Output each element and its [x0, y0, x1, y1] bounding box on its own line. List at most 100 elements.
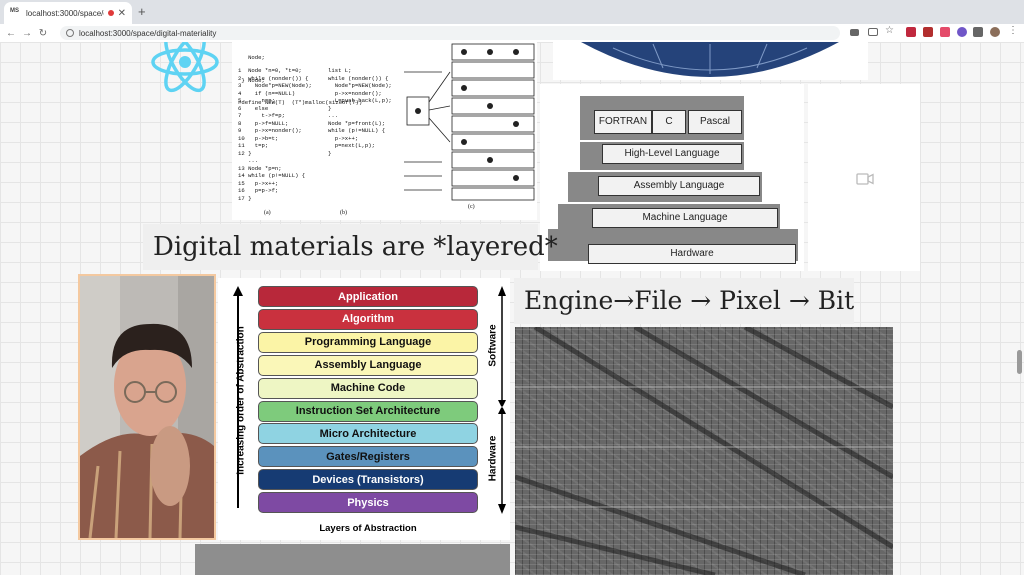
code-line: ...: [328, 112, 339, 119]
shield-extension-icon[interactable]: [906, 27, 916, 37]
code-line: ...: [238, 157, 259, 164]
canvas[interactable]: Node; } Node; #define NEW(T) (T*)malloc(…: [0, 42, 1024, 575]
code-line: }: [328, 149, 332, 157]
code-line: 6 else: [238, 104, 269, 112]
globe-image-card[interactable]: [553, 42, 868, 80]
react-logo-icon: [151, 42, 219, 93]
heading-layered[interactable]: Digital materials are *layered*: [143, 224, 558, 270]
address-url: localhost:3000/space/digital-materiality: [79, 28, 217, 38]
stack-level-label: Assembly Language: [633, 180, 725, 191]
stack-level: Machine Language: [592, 208, 778, 228]
code-line: 14 while (p!=NULL) {: [238, 172, 306, 179]
back-button[interactable]: ←: [3, 28, 19, 39]
stack-level-label: Hardware: [670, 248, 714, 259]
bottom-image-card[interactable]: [195, 544, 510, 575]
code-line: 1 Node *n=0, *t=0;: [238, 67, 302, 74]
menu-icon[interactable]: ⋮: [1008, 25, 1018, 36]
code-comparison-figure[interactable]: Node; } Node; #define NEW(T) (T*)malloc(…: [232, 42, 537, 220]
extension-icon-2[interactable]: [923, 27, 933, 37]
code-line: 5 n=p;: [238, 97, 275, 104]
recording-icon: [107, 10, 114, 16]
software-label: Software: [487, 324, 499, 367]
abstraction-row: Physics: [258, 492, 478, 514]
tab-title: localhost:3000/space/digi: [26, 8, 104, 18]
stack-level: High-Level Language: [602, 144, 742, 164]
code-line: 11 t=p;: [238, 142, 269, 149]
code-line: 16 p=p->f;: [238, 187, 279, 194]
caption-a: (a): [264, 210, 271, 216]
stack-top-label: Pascal: [699, 116, 730, 127]
code-line: Node*p=NEW(Node);: [328, 82, 392, 89]
video-camera-icon: [856, 173, 874, 185]
language-layer-stack[interactable]: Hardware Machine Language Assembly Langu…: [540, 84, 804, 271]
extensions-puzzle-icon[interactable]: [973, 27, 983, 37]
chip-micrograph-image[interactable]: [515, 327, 893, 575]
stack-level-label: Machine Language: [642, 212, 728, 223]
canvas-scrollbar[interactable]: [1017, 350, 1022, 374]
profile-avatar[interactable]: [990, 27, 1000, 37]
code-line: 13 Node *p=n;: [238, 164, 282, 172]
code-line: L=push_back(L,p);: [328, 97, 392, 104]
heading-engine[interactable]: Engine→File → Pixel → Bit: [514, 278, 854, 324]
abstraction-axis-label: Increasing order of Abstraction: [235, 326, 247, 475]
webcam-person-image: [80, 276, 214, 538]
code-line: list L;: [328, 67, 352, 74]
code-line: Node;: [238, 54, 269, 61]
code-line: while (p!=NULL) {: [328, 127, 386, 134]
webcam-video[interactable]: [78, 274, 216, 540]
reload-button[interactable]: ↻: [35, 28, 51, 39]
code-line: p->x=nonder();: [328, 89, 382, 97]
new-tab-button[interactable]: +: [138, 4, 146, 19]
abstraction-caption: Layers of Abstraction: [319, 523, 417, 534]
code-line: 3 Node*p=NEW(Node);: [238, 82, 312, 89]
code-line: 7 t->f=p;: [238, 112, 285, 119]
stack-top-pascal: Pascal: [688, 110, 742, 134]
stack-level: Assembly Language: [598, 176, 760, 196]
stack-top-label: C: [665, 116, 673, 127]
code-line: }: [328, 104, 332, 112]
caption-b: (b): [340, 210, 347, 216]
code-line: 8 p->f=NULL;: [238, 119, 289, 127]
close-tab-icon[interactable]: ✕: [118, 8, 126, 19]
cast-icon[interactable]: [868, 28, 878, 36]
abstraction-row: Instruction Set Architecture: [258, 400, 478, 422]
video-placeholder-card[interactable]: [808, 84, 920, 271]
extension-icon-3[interactable]: [940, 27, 950, 37]
abstraction-row: Gates/Registers: [258, 446, 478, 468]
caption-c: (c): [468, 204, 475, 210]
browser-toolbar: ← → ↻ localhost:3000/space/digital-mater…: [0, 24, 1024, 42]
tab-bar: MS localhost:3000/space/digi ✕ +: [0, 0, 1024, 24]
extension-icon-4[interactable]: [957, 27, 967, 37]
abstraction-row: Assembly Language: [258, 354, 478, 376]
stack-top-label: FORTRAN: [598, 116, 648, 127]
code-line: 12 }: [238, 149, 252, 157]
camera-icon[interactable]: [850, 29, 859, 36]
abstraction-row: Machine Code: [258, 377, 478, 399]
chip-micrograph-detail: [515, 327, 893, 575]
abstraction-row: Application: [258, 286, 478, 307]
code-line: Node *p=front(L);: [328, 119, 386, 127]
code-line: p=next(L,p);: [328, 142, 375, 149]
code-line: 4 if (n==NULL): [238, 89, 296, 97]
code-line: 10 p->b=t;: [238, 134, 279, 142]
hardware-label: Hardware: [487, 435, 499, 482]
stack-level: Hardware: [588, 244, 796, 264]
bookmark-star-icon[interactable]: ☆: [885, 25, 895, 36]
code-line: 17 }: [238, 194, 252, 202]
address-bar[interactable]: localhost:3000/space/digital-materiality: [60, 26, 840, 40]
abstraction-row: Devices (Transistors): [258, 469, 478, 491]
browser-tab[interactable]: MS localhost:3000/space/digi ✕: [4, 2, 132, 24]
site-info-icon[interactable]: [66, 29, 74, 37]
code-line: p->x++;: [328, 134, 359, 142]
globe-image: [581, 42, 839, 77]
stack-top-fortran: FORTRAN: [594, 110, 652, 134]
stack-top-c: C: [652, 110, 686, 134]
forward-button[interactable]: →: [19, 28, 35, 39]
linked-list-diagram: [404, 43, 535, 201]
code-line: while (nonder()) {: [328, 74, 389, 82]
abstraction-layers-figure[interactable]: Increasing order of Abstraction Software…: [218, 278, 510, 540]
abstraction-row: Algorithm: [258, 308, 478, 330]
stack-level-label: High-Level Language: [624, 148, 720, 159]
code-line: 2 while (nonder()) {: [238, 74, 309, 82]
code-line: 9 p->x=nonder();: [238, 127, 302, 134]
